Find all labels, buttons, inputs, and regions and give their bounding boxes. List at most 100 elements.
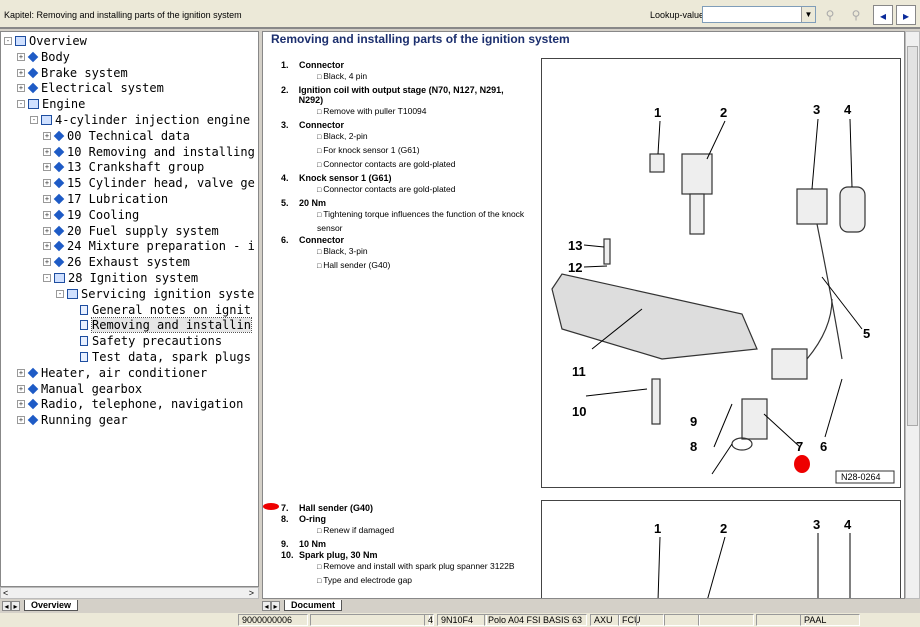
tree-item-label: 28 Ignition system bbox=[68, 271, 199, 285]
book-icon bbox=[53, 256, 65, 268]
expand-icon[interactable]: + bbox=[17, 52, 25, 61]
expand-icon[interactable]: + bbox=[43, 179, 51, 188]
subitem-text: Connector contacts are gold-plated bbox=[323, 184, 456, 194]
search-person-alt-icon[interactable]: ⚲ bbox=[846, 5, 866, 25]
expand-icon[interactable]: + bbox=[17, 368, 25, 377]
legend-subitem: Connector contacts are gold-plated bbox=[281, 158, 526, 172]
legend-subitem: Remove with puller T10094 bbox=[281, 105, 526, 119]
callout-3: 3 bbox=[813, 102, 820, 117]
collapse-icon[interactable]: - bbox=[4, 37, 12, 45]
figure-id: N28-0264 bbox=[841, 472, 881, 482]
expand-icon[interactable]: + bbox=[43, 147, 51, 156]
tab-next-arrow[interactable]: ▸ bbox=[271, 600, 280, 611]
expand-icon[interactable]: + bbox=[43, 195, 51, 203]
document-vertical-scrollbar[interactable] bbox=[905, 31, 920, 599]
tree-item[interactable]: - 4-cylinder injection engine bbox=[30, 112, 250, 128]
tree-horizontal-scrollbar[interactable]: < > bbox=[0, 587, 259, 599]
expand-icon[interactable]: + bbox=[17, 384, 25, 393]
legend-item: 2. Ignition coil with output stage (N70, … bbox=[281, 85, 526, 105]
expand-icon[interactable]: + bbox=[43, 242, 51, 251]
tree-item[interactable]: General notes on ignit bbox=[69, 302, 251, 318]
overview-tree[interactable]: - Overview + Body + Brake system + Electrical s… bbox=[0, 31, 259, 587]
tab-prev-arrow[interactable]: ◂ bbox=[2, 600, 11, 611]
subitem-text: Black, 4 pin bbox=[323, 71, 368, 81]
status-cell: 4 bbox=[424, 614, 434, 626]
tree-item-label: Heater, air conditioner bbox=[41, 365, 208, 380]
status-cell: AXU bbox=[590, 614, 620, 626]
book-icon bbox=[27, 367, 39, 379]
collapse-icon[interactable]: - bbox=[56, 289, 64, 298]
item-number: 10. bbox=[281, 550, 294, 560]
tree-item-label: Safety precautions bbox=[92, 334, 223, 349]
callout-3: 3 bbox=[813, 517, 820, 532]
ignition-parts-diagram: 1 2 3 4 5 6 7 8 9 10 11 12 13 N28-0264 bbox=[551, 102, 895, 484]
tab-prev-arrow[interactable]: ◂ bbox=[262, 600, 271, 611]
item-title: Ignition coil with output stage (N70, N1… bbox=[298, 85, 504, 105]
red-annotation-mark bbox=[794, 455, 810, 473]
tree-item-label: 20 Fuel supply system bbox=[67, 223, 219, 238]
tree-item[interactable]: + Running gear bbox=[17, 412, 128, 428]
expand-icon[interactable]: + bbox=[43, 210, 51, 219]
tree-item[interactable]: +15 Cylinder head, valve ge bbox=[43, 175, 255, 191]
legend-item: 4. Knock sensor 1 (G61) bbox=[281, 173, 526, 183]
book-icon bbox=[53, 193, 65, 205]
tree-item[interactable]: + Heater, air conditioner bbox=[17, 365, 207, 381]
book-icon bbox=[53, 225, 65, 236]
tree-item[interactable]: + Manual gearbox bbox=[17, 381, 142, 397]
tab-document[interactable]: Document bbox=[284, 600, 343, 611]
tab-next-arrow[interactable]: ▸ bbox=[11, 600, 20, 611]
tree-item[interactable]: - Servicing ignition syste bbox=[56, 286, 254, 302]
collapse-panel-icon[interactable]: ◂ bbox=[873, 5, 893, 25]
tree-item[interactable]: Test data, spark plugs bbox=[69, 349, 251, 365]
expand-icon[interactable]: + bbox=[43, 163, 51, 172]
scrollbar-thumb[interactable] bbox=[907, 46, 918, 426]
tree-item[interactable]: +24 Mixture preparation - i bbox=[43, 238, 255, 254]
tree-item[interactable]: +10 Removing and installing bbox=[43, 144, 255, 160]
item-title: Spark plug, 30 Nm bbox=[299, 550, 378, 560]
expand-icon[interactable]: + bbox=[17, 400, 25, 409]
tree-item[interactable]: Safety precautions bbox=[69, 333, 222, 349]
tree-item[interactable]: - Engine bbox=[17, 96, 85, 112]
tree-item-label: General notes on ignit bbox=[92, 302, 251, 317]
item-number: 4. bbox=[281, 173, 289, 183]
tree-item[interactable]: Removing and installin bbox=[69, 317, 252, 334]
legend-subitem: Black, 3-pin bbox=[281, 245, 526, 259]
tree-item[interactable]: +26 Exhaust system bbox=[43, 254, 190, 270]
page-title: Removing and installing parts of the ign… bbox=[271, 32, 570, 46]
collapse-icon[interactable]: - bbox=[43, 274, 51, 282]
tab-overview[interactable]: Overview bbox=[24, 600, 79, 611]
status-bar: 9000000006 4 9N10F4 Polo A04 FSI BASIS 63 AX… bbox=[0, 613, 920, 627]
search-person-icon[interactable]: ⚲ bbox=[820, 5, 840, 25]
tree-item[interactable]: + Radio, telephone, navigation bbox=[17, 396, 243, 412]
chevron-down-icon[interactable]: ▼ bbox=[801, 7, 815, 22]
expand-icon[interactable]: + bbox=[17, 416, 25, 425]
expand-icon[interactable]: + bbox=[17, 84, 25, 93]
expand-icon[interactable]: + bbox=[43, 258, 51, 267]
collapse-icon[interactable]: - bbox=[30, 116, 38, 124]
collapse-icon[interactable]: - bbox=[17, 100, 25, 109]
open-book-icon bbox=[54, 273, 65, 283]
tree-item[interactable]: - 28 Ignition system bbox=[43, 270, 198, 286]
tree-item[interactable]: + Brake system bbox=[17, 65, 128, 81]
expand-icon[interactable]: + bbox=[17, 68, 25, 77]
tree-item[interactable]: +17 Lubrication bbox=[43, 191, 168, 207]
tree-item[interactable]: + Body bbox=[17, 49, 70, 65]
lookup-value-combobox[interactable]: ▼ bbox=[702, 6, 816, 23]
tree-item[interactable]: - Overview bbox=[4, 33, 87, 49]
book-icon bbox=[27, 67, 39, 78]
item-title: Connector bbox=[299, 235, 344, 245]
tree-item[interactable]: +20 Fuel supply system bbox=[43, 223, 219, 239]
expand-icon[interactable]: + bbox=[43, 131, 51, 140]
expand-icon[interactable]: + bbox=[43, 226, 51, 235]
item-title: Knock sensor 1 (G61) bbox=[299, 173, 392, 183]
book-icon bbox=[27, 83, 39, 94]
tree-item-label: 19 Cooling bbox=[67, 207, 140, 222]
tree-item[interactable]: +13 Crankshaft group bbox=[43, 159, 204, 175]
tree-item[interactable]: + Electrical system bbox=[17, 80, 164, 96]
book-icon bbox=[53, 209, 65, 221]
tree-item[interactable]: +00 Technical data bbox=[43, 128, 190, 144]
legend-subitem: Remove and install with spark plug spann… bbox=[281, 560, 526, 574]
expand-panel-icon[interactable]: ▸ bbox=[896, 5, 916, 25]
tree-item[interactable]: +19 Cooling bbox=[43, 207, 139, 223]
item-title: O-ring bbox=[299, 514, 326, 524]
